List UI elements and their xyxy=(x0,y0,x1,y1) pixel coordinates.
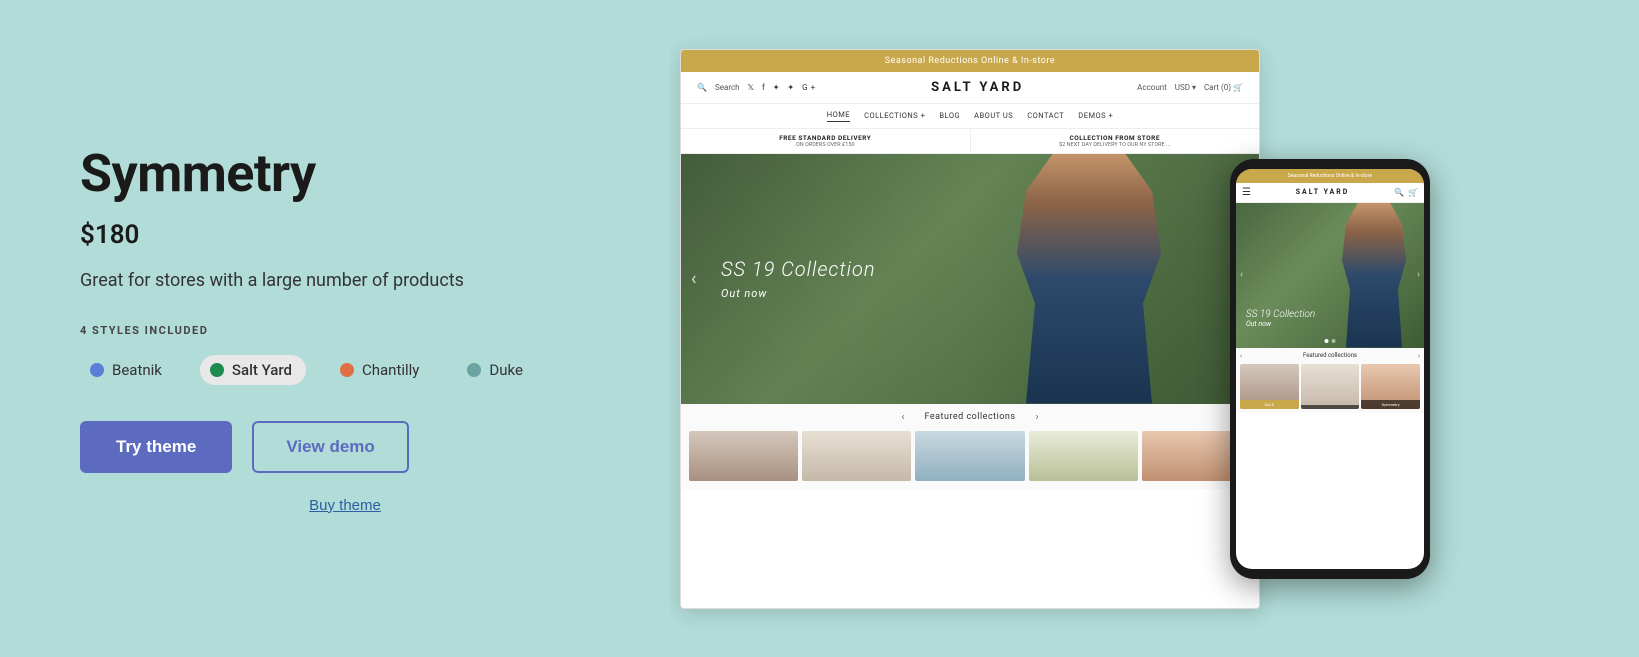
style-option-chantilly[interactable]: Chantilly xyxy=(330,355,433,385)
preview-delivery-bar: FREE STANDARD DELIVERY ON ORDERS OVER £1… xyxy=(681,129,1259,154)
collections-arrow-right: › xyxy=(1036,412,1039,423)
delivery-title-2: COLLECTION FROM STORE xyxy=(979,134,1252,142)
nav-collections: COLLECTIONS + xyxy=(864,111,925,120)
right-panel: Seasonal Reductions Online & In-store 🔍 … xyxy=(670,0,1639,657)
mobile-dot-1 xyxy=(1325,339,1329,343)
collections-arrow-left: ‹ xyxy=(901,412,904,423)
mobile-preview: Seasonal Reductions Online & In-store ☰ … xyxy=(1230,159,1430,579)
mobile-collections: ‹ Featured collections › SALE Symmetry xyxy=(1236,348,1424,413)
mobile-cart-icon: 🛒 xyxy=(1408,188,1418,197)
collections-grid xyxy=(689,431,1251,481)
delivery-sub-2: $2 NEXT DAY DELIVERY TO OUR NY STORE ... xyxy=(979,142,1252,148)
nav-blog: BLOG xyxy=(939,111,960,120)
preview-top-bar: Seasonal Reductions Online & In-store xyxy=(681,50,1259,72)
mobile-logo: SALT YARD xyxy=(1296,188,1350,196)
collection-item-3 xyxy=(915,431,1024,481)
saltyard-dot xyxy=(210,363,224,377)
mobile-dot-2 xyxy=(1332,339,1336,343)
style-option-duke[interactable]: Duke xyxy=(457,355,537,385)
chantilly-dot xyxy=(340,363,354,377)
delivery-item-2: COLLECTION FROM STORE $2 NEXT DAY DELIVE… xyxy=(971,129,1260,153)
nav-about: ABOUT US xyxy=(974,111,1013,120)
styles-label: 4 STYLES INCLUDED xyxy=(80,324,610,337)
mobile-collections-title: Featured collections xyxy=(1242,352,1418,359)
preview-logo: SALT YARD xyxy=(818,80,1137,95)
saltyard-label: Salt Yard xyxy=(232,361,292,379)
collections-header: ‹ Featured collections › xyxy=(689,412,1251,423)
mobile-coll-arrow-right: › xyxy=(1418,352,1420,360)
preview-hero: ‹ SS 19 Collection Out now xyxy=(681,154,1259,404)
currency-label: USD ▾ xyxy=(1175,83,1196,92)
mobile-badge-2 xyxy=(1301,405,1360,409)
mobile-header-icons: 🔍 🛒 xyxy=(1394,188,1418,197)
desktop-preview: Seasonal Reductions Online & In-store 🔍 … xyxy=(680,49,1260,609)
preview-collections: ‹ Featured collections › xyxy=(681,404,1259,489)
left-panel: Symmetry $180 Great for stores with a la… xyxy=(0,0,670,657)
mobile-badge-1: SALE xyxy=(1240,400,1299,409)
hero-title: SS 19 Collection xyxy=(721,257,876,281)
mobile-screen: Seasonal Reductions Online & In-store ☰ … xyxy=(1236,169,1424,569)
theme-title: Symmetry xyxy=(80,143,610,204)
mobile-arrow-right: › xyxy=(1417,270,1420,281)
hero-subtitle: Out now xyxy=(721,287,876,300)
theme-description: Great for stores with a large number of … xyxy=(80,268,610,293)
style-options: Beatnik Salt Yard Chantilly Duke xyxy=(80,355,610,385)
action-buttons: Try theme View demo xyxy=(80,421,610,473)
delivery-title-1: FREE STANDARD DELIVERY xyxy=(689,134,962,142)
mobile-top-bar: Seasonal Reductions Online & In-store xyxy=(1236,169,1424,183)
mobile-collections-grid: SALE Symmetry xyxy=(1240,364,1420,409)
preview-nav: HOME COLLECTIONS + BLOG ABOUT US CONTACT… xyxy=(681,104,1259,129)
beatnik-dot xyxy=(90,363,104,377)
preview-header: 🔍 Search 𝕏 f ✦ ✦ G+ SALT YARD Account US… xyxy=(681,72,1259,104)
account-label: Account xyxy=(1137,83,1167,92)
preview-header-right: Account USD ▾ Cart (0) 🛒 xyxy=(1137,83,1243,92)
mobile-hero-title: SS 19 Collection xyxy=(1246,309,1315,320)
mobile-collections-header: ‹ Featured collections › xyxy=(1240,352,1420,360)
mobile-hero-text: SS 19 Collection Out now xyxy=(1246,309,1315,328)
beatnik-label: Beatnik xyxy=(112,361,162,379)
mobile-badge-3: Symmetry xyxy=(1361,400,1420,409)
try-theme-button[interactable]: Try theme xyxy=(80,421,232,473)
mobile-hero: SS 19 Collection Out now ‹ › xyxy=(1236,203,1424,348)
collection-item-1 xyxy=(689,431,798,481)
mobile-hero-figure xyxy=(1334,203,1414,348)
nav-contact: CONTACT xyxy=(1027,111,1064,120)
mobile-hero-sub: Out now xyxy=(1246,320,1315,328)
delivery-sub-1: ON ORDERS OVER £150 xyxy=(689,142,962,148)
mobile-search-icon: 🔍 xyxy=(1394,188,1404,197)
view-demo-button[interactable]: View demo xyxy=(252,421,409,473)
preview-announcement: Seasonal Reductions Online & In-store xyxy=(885,56,1055,66)
preview-header-left: 🔍 Search 𝕏 f ✦ ✦ G+ xyxy=(697,83,818,92)
social-icons: 𝕏 f ✦ ✦ G+ xyxy=(748,83,819,92)
mobile-announcement: Seasonal Reductions Online & In-store xyxy=(1288,173,1372,179)
duke-dot xyxy=(467,363,481,377)
mobile-collection-3: Symmetry xyxy=(1361,364,1420,409)
nav-home: HOME xyxy=(827,110,850,122)
mobile-menu-icon: ☰ xyxy=(1242,187,1251,198)
mobile-collection-2 xyxy=(1301,364,1360,409)
collection-item-2 xyxy=(802,431,911,481)
collections-title: Featured collections xyxy=(924,412,1015,422)
search-icon: 🔍 xyxy=(697,83,707,92)
buy-theme-link[interactable]: Buy theme xyxy=(80,497,610,514)
mobile-header: ☰ SALT YARD 🔍 🛒 xyxy=(1236,183,1424,203)
chantilly-label: Chantilly xyxy=(362,361,419,379)
theme-price: $180 xyxy=(80,220,610,250)
delivery-item-1: FREE STANDARD DELIVERY ON ORDERS OVER £1… xyxy=(681,129,971,153)
style-option-saltyard[interactable]: Salt Yard xyxy=(200,355,306,385)
mobile-collection-1: SALE xyxy=(1240,364,1299,409)
hero-text: SS 19 Collection Out now xyxy=(681,227,916,330)
style-option-beatnik[interactable]: Beatnik xyxy=(80,355,176,385)
hero-arrow-left: ‹ xyxy=(691,268,696,289)
cart-label: Cart (0) 🛒 xyxy=(1204,83,1243,92)
duke-label: Duke xyxy=(489,361,523,379)
mobile-arrow-left: ‹ xyxy=(1240,270,1243,281)
collection-item-4 xyxy=(1029,431,1138,481)
nav-demos: DEMOS + xyxy=(1078,111,1113,120)
search-label: Search xyxy=(715,83,740,92)
mobile-hero-dots xyxy=(1325,339,1336,343)
